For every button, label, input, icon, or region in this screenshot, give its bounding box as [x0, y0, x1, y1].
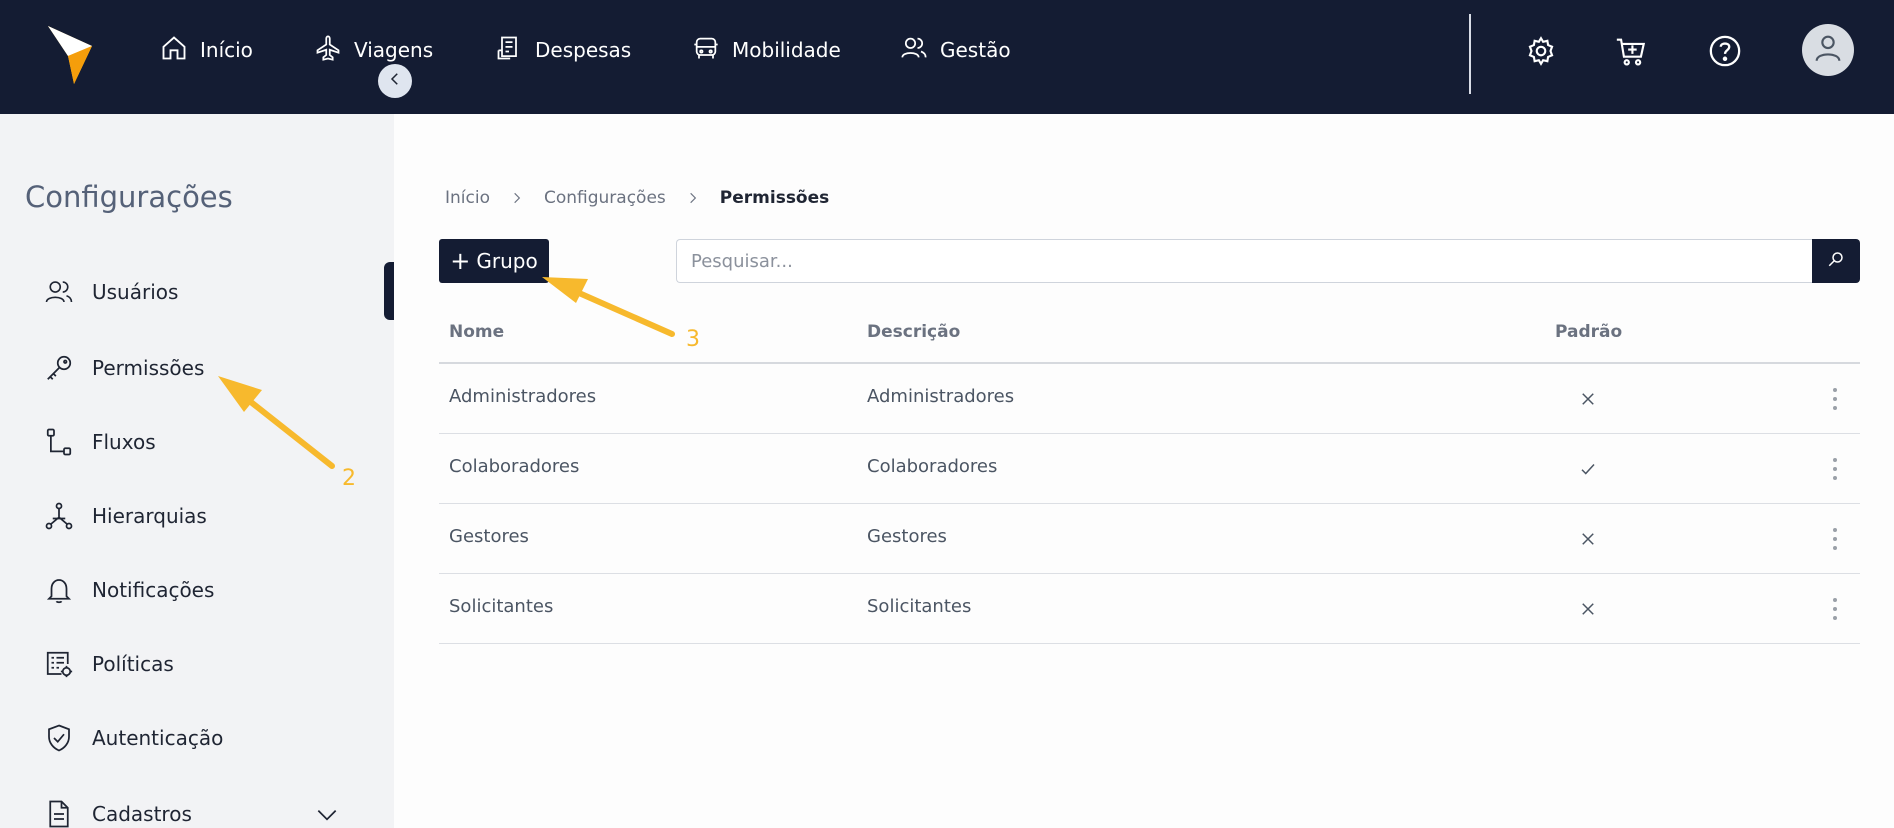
brand-logo[interactable] [48, 26, 96, 84]
sidebar-item-cadastros[interactable]: Cadastros [44, 794, 344, 828]
sidebar-title: Configurações [25, 180, 233, 214]
add-group-button[interactable]: + Grupo [439, 239, 549, 283]
x-icon [1579, 390, 1597, 408]
shield-check-icon [44, 723, 74, 753]
nav-gestao[interactable]: Gestão [900, 30, 1011, 70]
sidebar-collapse-button[interactable] [378, 64, 412, 98]
table-body: Administradores Administradores Colaborado… [439, 364, 1860, 644]
bell-icon [44, 575, 74, 605]
nav-inicio-label: Início [200, 38, 253, 62]
cell-name: Administradores [449, 386, 597, 407]
nav-despesas-label: Despesas [535, 38, 632, 62]
hierarchy-icon [44, 501, 74, 531]
search-input[interactable] [676, 239, 1812, 283]
cell-name: Colaboradores [449, 456, 580, 477]
chevron-down-icon[interactable] [314, 802, 340, 828]
sidebar-item-label: Permissões [92, 356, 205, 380]
sidebar-item-label: Hierarquias [92, 504, 207, 528]
nav-divider [1469, 14, 1471, 94]
row-more-options-icon[interactable] [1825, 454, 1845, 484]
nav-mobilidade-label: Mobilidade [732, 38, 841, 62]
sidebar-item-label: Usuários [92, 280, 179, 304]
sidebar-item-fluxos[interactable]: Fluxos [44, 422, 344, 462]
search-icon [1827, 250, 1845, 272]
document-icon [44, 799, 74, 828]
cart-plus-icon [1614, 38, 1648, 72]
chevron-right-icon [690, 192, 696, 204]
nav-inicio[interactable]: Início [160, 30, 253, 70]
search-button[interactable] [1812, 239, 1860, 283]
x-icon [1579, 530, 1597, 548]
plane-icon [314, 34, 354, 67]
table-header: Nome Descrição Padrão [439, 310, 1860, 364]
permissions-table: Nome Descrição Padrão Administradores Adm… [439, 310, 1860, 644]
sidebar-item-label: Autenticação [92, 726, 224, 750]
top-navbar: Início Viagens Despesas Mobilidade Gestã… [0, 0, 1894, 114]
settings-sidebar: Configurações Usuários Permissões Fluxos… [0, 114, 394, 828]
user-avatar-icon [1811, 31, 1845, 69]
sidebar-item-autenticacao[interactable]: Autenticação [44, 718, 344, 758]
cell-name: Gestores [449, 526, 529, 547]
table-row[interactable]: Administradores Administradores [439, 364, 1860, 434]
sidebar-item-usuarios[interactable]: Usuários [44, 272, 344, 312]
plus-icon: + [450, 247, 471, 275]
sidebar-item-label: Fluxos [92, 430, 156, 454]
users-icon [44, 277, 74, 307]
breadcrumb: Início Configurações Permissões [445, 188, 829, 208]
row-more-options-icon[interactable] [1825, 524, 1845, 554]
annotation-number-3: 3 [686, 327, 700, 352]
sidebar-item-label: Notificações [92, 578, 215, 602]
sidebar-item-notificacoes[interactable]: Notificações [44, 570, 344, 610]
key-icon [44, 353, 74, 383]
cell-description: Administradores [867, 386, 1015, 407]
cart-button[interactable] [1614, 34, 1648, 68]
nav-despesas[interactable]: Despesas [495, 30, 631, 70]
help-icon [1708, 35, 1742, 72]
column-header-name[interactable]: Nome [449, 322, 504, 342]
cell-description: Solicitantes [867, 596, 972, 617]
sidebar-item-politicas[interactable]: Políticas [44, 644, 344, 684]
breadcrumb-current: Permissões [719, 188, 830, 208]
row-more-options-icon[interactable] [1825, 384, 1845, 414]
flow-icon [44, 427, 74, 457]
nav-mobilidade[interactable]: Mobilidade [692, 30, 841, 70]
sidebar-active-marker [384, 262, 394, 320]
check-icon [1579, 460, 1597, 478]
cell-description: Colaboradores [867, 456, 998, 477]
nav-gestao-label: Gestão [940, 38, 1011, 62]
table-row[interactable]: Gestores Gestores [439, 504, 1860, 574]
breadcrumb-configuracoes[interactable]: Configurações [544, 188, 666, 208]
add-group-label: Grupo [476, 249, 538, 273]
settings-button[interactable] [1524, 34, 1558, 68]
column-header-standard[interactable]: Padrão [1555, 322, 1622, 342]
policy-icon [44, 649, 74, 679]
home-icon [160, 34, 200, 67]
table-row[interactable]: Solicitantes Solicitantes [439, 574, 1860, 644]
nav-viagens[interactable]: Viagens [314, 30, 433, 70]
user-avatar[interactable] [1802, 24, 1854, 76]
receipt-icon [495, 34, 535, 67]
users-icon [900, 34, 940, 67]
sidebar-item-label: Políticas [92, 652, 174, 676]
sidebar-item-label: Cadastros [92, 802, 192, 826]
x-icon [1579, 600, 1597, 618]
breadcrumb-inicio[interactable]: Início [445, 188, 490, 208]
help-button[interactable] [1708, 34, 1742, 68]
gear-icon [1524, 36, 1558, 72]
table-row[interactable]: Colaboradores Colaboradores [439, 434, 1860, 504]
chevron-right-icon [514, 192, 521, 204]
car-icon [692, 34, 732, 67]
annotation-number-2: 2 [342, 466, 356, 491]
row-more-options-icon[interactable] [1825, 594, 1845, 624]
chevron-left-icon [386, 70, 404, 92]
nav-viagens-label: Viagens [354, 38, 434, 62]
sidebar-item-hierarquias[interactable]: Hierarquias [44, 496, 344, 536]
column-header-description[interactable]: Descrição [867, 322, 960, 342]
cell-description: Gestores [867, 526, 947, 547]
cell-name: Solicitantes [449, 596, 554, 617]
sidebar-item-permissoes[interactable]: Permissões [44, 348, 344, 388]
